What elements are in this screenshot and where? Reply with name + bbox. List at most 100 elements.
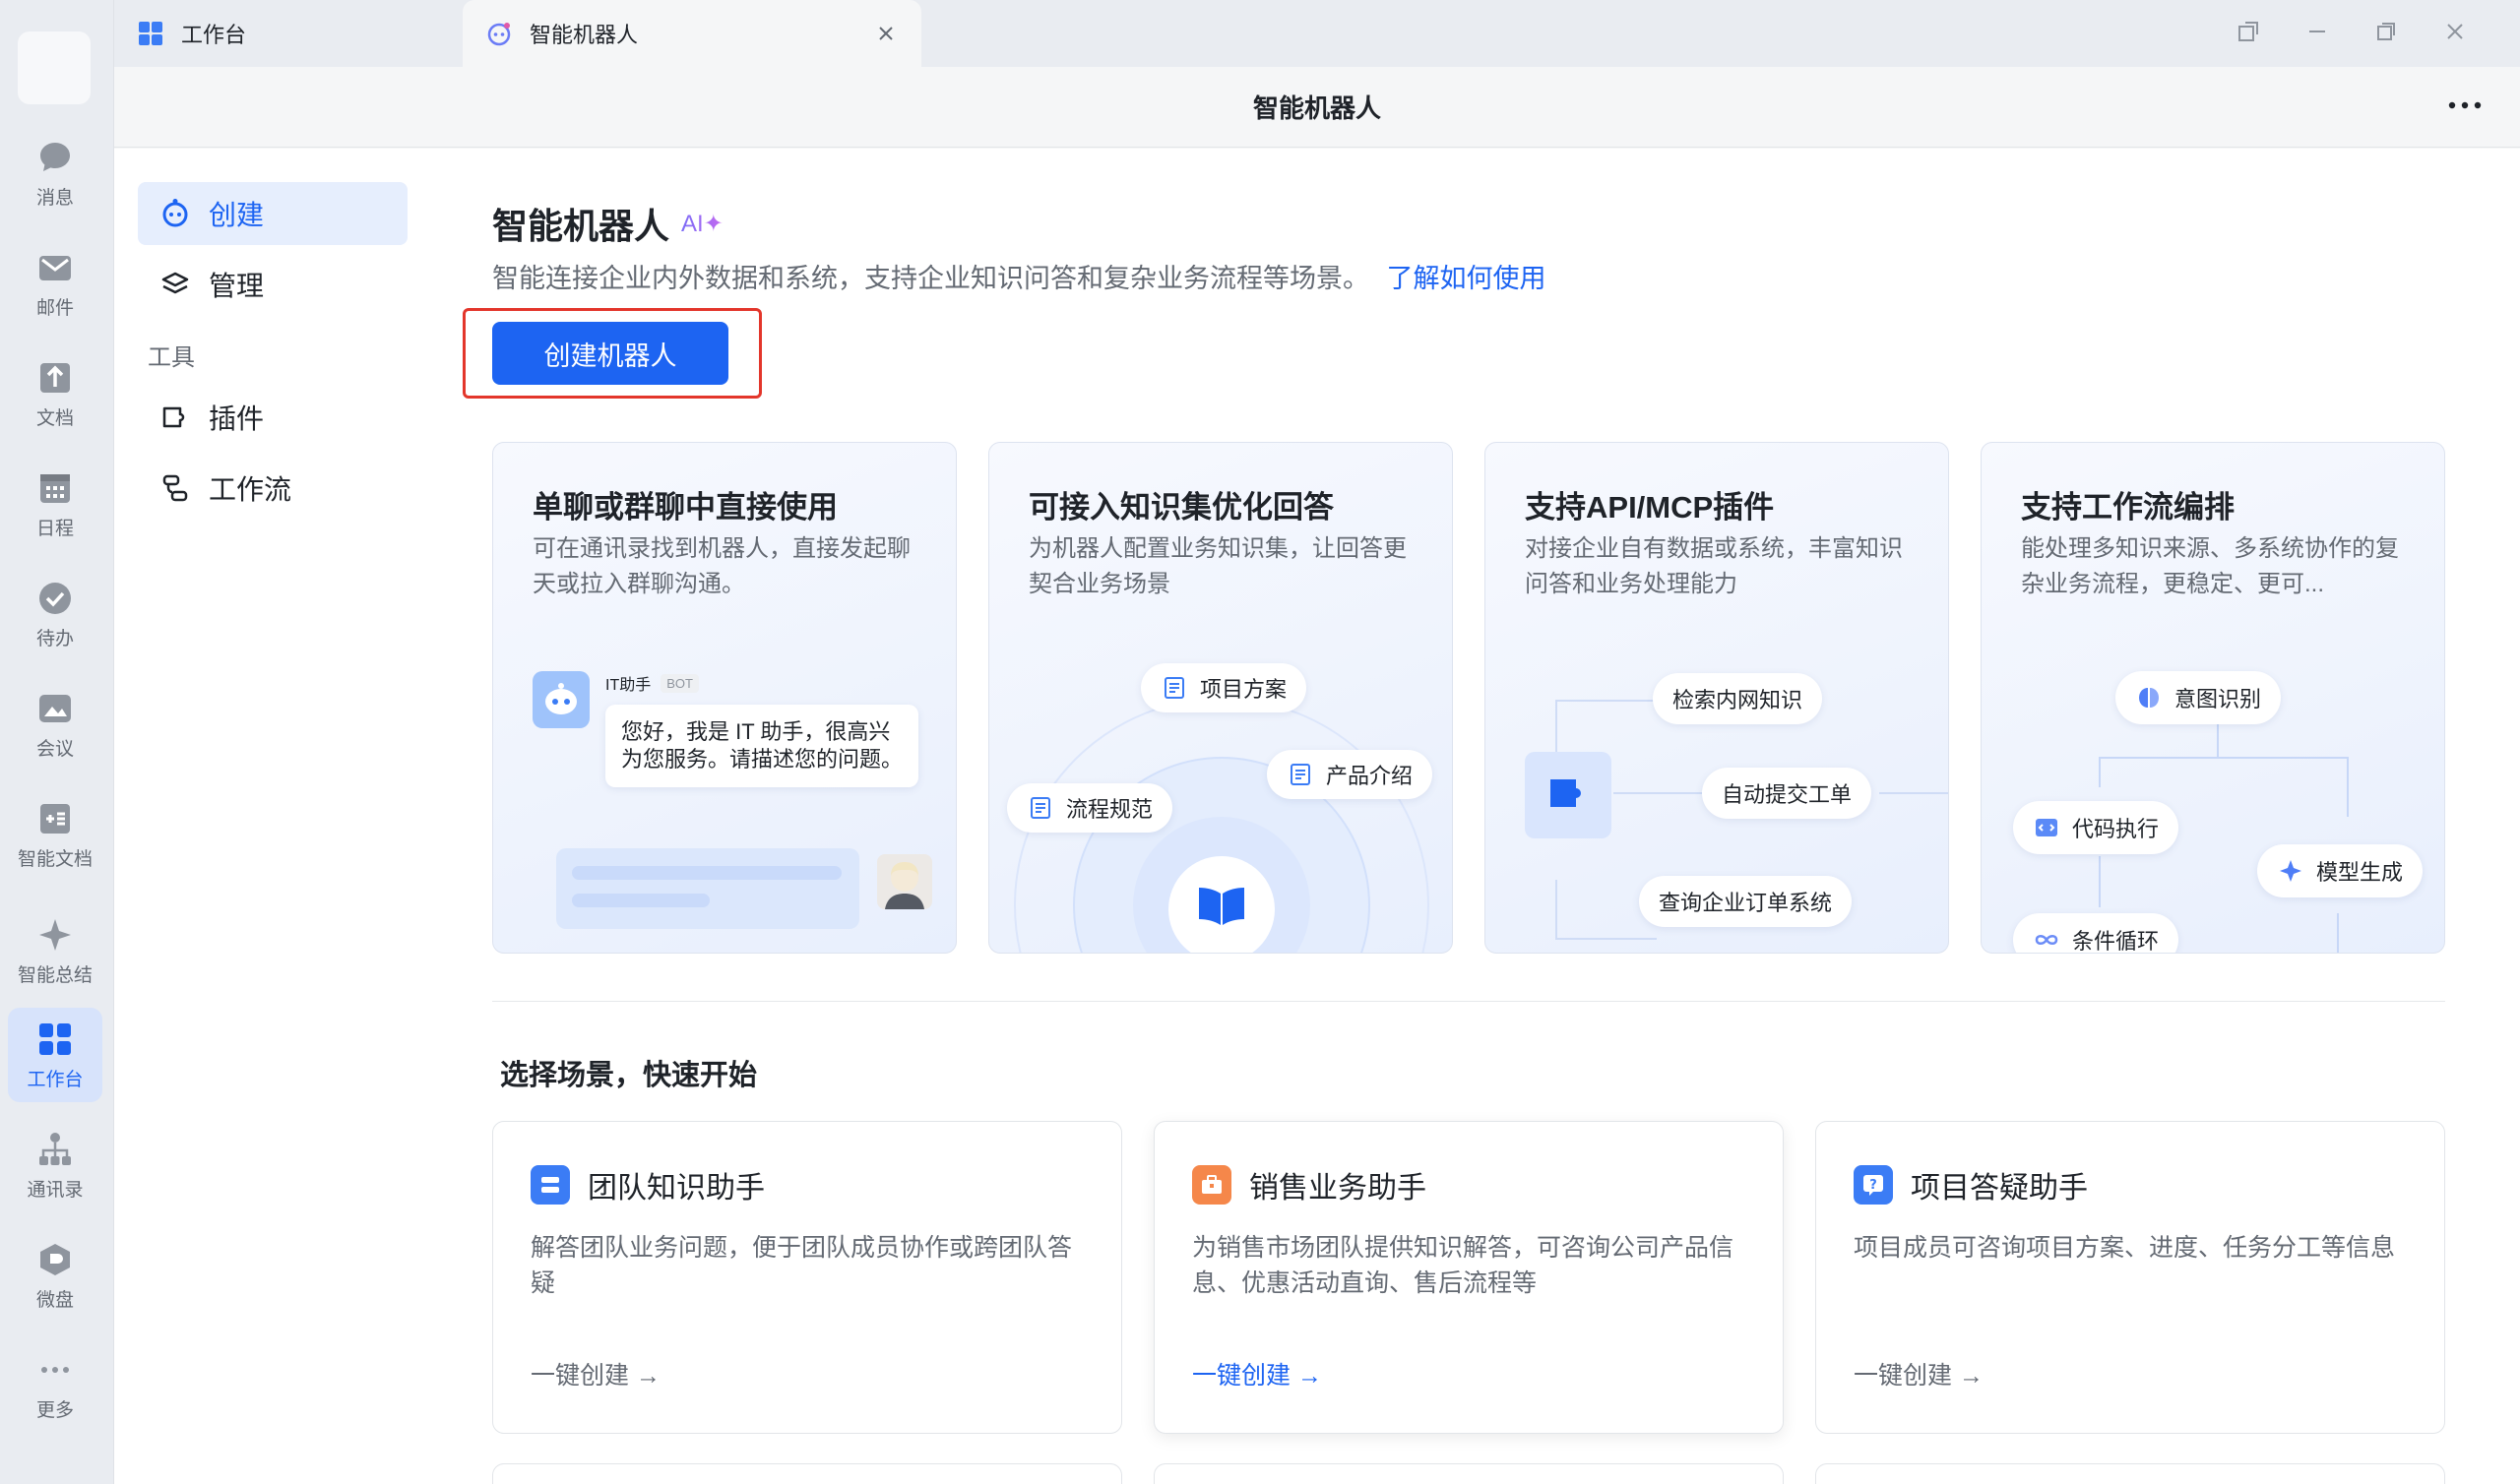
rail-label: 更多 bbox=[35, 1399, 74, 1421]
side-nav: 创建 管理 工具 插件 工作流 bbox=[138, 182, 408, 527]
rail-item-messages[interactable]: 消息 bbox=[8, 126, 102, 220]
knowledge-pill: 项目方案 bbox=[1141, 663, 1307, 712]
pill-label: 项目方案 bbox=[1200, 677, 1288, 702]
nav-item-workflow[interactable]: 工作流 bbox=[138, 457, 408, 520]
rail-label: 文档 bbox=[35, 407, 74, 429]
user-message-placeholder bbox=[556, 848, 859, 929]
more-options-icon[interactable] bbox=[2445, 91, 2485, 120]
question-icon: ? bbox=[1854, 1165, 1893, 1205]
description-text: 智能连接企业内外数据和系统，支持企业知识问答和复杂业务流程等场景。 bbox=[492, 264, 1369, 293]
nav-label: 插件 bbox=[209, 403, 265, 434]
learn-how-link[interactable]: 了解如何使用 bbox=[1387, 264, 1546, 293]
nav-item-plugins[interactable]: 插件 bbox=[138, 386, 408, 449]
grid-icon bbox=[35, 1020, 75, 1059]
tab-smart-robot[interactable]: 智能机器人 bbox=[463, 0, 921, 67]
chat-bubble-icon bbox=[35, 138, 75, 177]
feature-card-workflow: 支持工作流编排 能处理多知识来源、多系统协作的复杂业务流程，更稳定、更可... … bbox=[1981, 442, 2445, 954]
nav-label: 创建 bbox=[209, 200, 265, 230]
rail-label: 待办 bbox=[35, 628, 74, 649]
scene-card-team-knowledge[interactable]: 团队知识助手 解答团队业务问题，便于团队成员协作或跨团队答疑 一键创建 → bbox=[492, 1121, 1122, 1434]
window-close-icon[interactable] bbox=[2433, 10, 2477, 53]
user-avatar bbox=[877, 854, 932, 909]
scenes-title: 选择场景，快速开始 bbox=[500, 1060, 758, 1091]
rail-item-workbench[interactable]: 工作台 bbox=[8, 1008, 102, 1102]
rail-item-docs[interactable]: 文档 bbox=[8, 346, 102, 441]
scene-desc: 解答团队业务问题，便于团队成员协作或跨团队答疑 bbox=[531, 1234, 1073, 1297]
workflow-icon bbox=[158, 470, 193, 506]
sparkle-icon bbox=[35, 915, 75, 955]
pill-label: 意图识别 bbox=[2174, 687, 2262, 711]
grid-icon bbox=[136, 19, 165, 48]
rail-item-drive[interactable]: 微盘 bbox=[8, 1228, 102, 1323]
scene-card-project-qa[interactable]: ? 项目答疑助手 项目成员可咨询项目方案、进度、任务分工等信息 一键创建 → bbox=[1815, 1121, 2445, 1434]
plugin-pill: 查询企业订单系统 bbox=[1639, 876, 1853, 927]
rail-label: 微盘 bbox=[35, 1289, 74, 1311]
layers-icon bbox=[158, 267, 193, 302]
pill-label: 条件循环 bbox=[2072, 929, 2160, 954]
workflow-pill: 代码执行 bbox=[2013, 801, 2179, 854]
workflow-pill: 模型生成 bbox=[2257, 844, 2424, 897]
rail-item-more[interactable]: 更多 bbox=[8, 1338, 102, 1433]
restore-icon[interactable] bbox=[2364, 10, 2408, 53]
scene-card-sales[interactable]: 销售业务助手 为销售市场团队提供知识解答，可咨询公司产品信息、优惠活动直询、售后… bbox=[1154, 1121, 1784, 1434]
rail-item-smart-summary[interactable]: 智能总结 bbox=[8, 903, 102, 998]
main-description: 智能连接企业内外数据和系统，支持企业知识问答和复杂业务流程等场景。 了解如何使用 bbox=[492, 257, 1546, 295]
plugin-block bbox=[1525, 752, 1611, 838]
rail-label: 智能文档 bbox=[17, 848, 93, 870]
check-circle-icon bbox=[35, 579, 75, 618]
team-knowledge-icon bbox=[531, 1165, 570, 1205]
bot-avatar bbox=[533, 671, 590, 728]
feature-card-chat: 单聊或群聊中直接使用 可在通讯录找到机器人，直接发起聊天或拉入群聊沟通。 IT助… bbox=[492, 442, 957, 954]
scene-header: 团队知识助手 bbox=[531, 1163, 765, 1206]
scene-title: 团队知识助手 bbox=[588, 1172, 765, 1205]
book-badge bbox=[1168, 856, 1275, 953]
main-panel: 智能机器人 AI✦ 智能连接企业内外数据和系统，支持企业知识问答和复杂业务流程等… bbox=[463, 149, 2461, 1484]
brain-icon bbox=[2135, 684, 2163, 711]
knowledge-pill: 流程规范 bbox=[1007, 783, 1173, 833]
feature-card-plugins: 支持API/MCP插件 对接企业自有数据或系统，丰富知识问答和业务处理能力 检索… bbox=[1484, 442, 1949, 954]
calendar-icon bbox=[35, 468, 75, 508]
rail-item-calendar[interactable]: 日程 bbox=[8, 457, 102, 551]
rail-item-mail[interactable]: 邮件 bbox=[8, 236, 102, 331]
nav-item-create[interactable]: 创建 bbox=[138, 182, 408, 245]
rail-label: 邮件 bbox=[35, 297, 74, 319]
loop-icon bbox=[2033, 926, 2060, 953]
doc-icon bbox=[1027, 794, 1054, 822]
robot-icon bbox=[158, 196, 193, 231]
feature-title: 单聊或群聊中直接使用 bbox=[533, 490, 838, 525]
minimize-icon[interactable] bbox=[2296, 10, 2339, 53]
workflow-pill: 意图识别 bbox=[2115, 671, 2282, 724]
feature-desc: 可在通讯录找到机器人，直接发起聊天或拉入群聊沟通。 bbox=[533, 535, 911, 597]
nav-item-manage[interactable]: 管理 bbox=[138, 253, 408, 316]
rail-label: 工作台 bbox=[27, 1069, 84, 1090]
document-icon bbox=[35, 358, 75, 398]
one-click-create-link[interactable]: 一键创建 → bbox=[531, 1356, 661, 1391]
svg-text:?: ? bbox=[1869, 1178, 1877, 1193]
create-robot-button[interactable]: 创建机器人 bbox=[492, 322, 728, 385]
app-rail: 消息 邮件 文档 日程 待办 会议 智能文档 智能总结 工作台 通讯录 微盘 更… bbox=[0, 0, 114, 1484]
nav-group-tools: 工具 bbox=[148, 344, 195, 371]
user-avatar[interactable] bbox=[18, 31, 91, 104]
feature-card-knowledge: 可接入知识集优化回答 为机器人配置业务知识集，让回答更契合业务场景 项目方案 产… bbox=[988, 442, 1453, 954]
nav-label: 工作流 bbox=[209, 474, 292, 505]
briefcase-icon bbox=[1192, 1165, 1231, 1205]
rail-item-smart-doc[interactable]: 智能文档 bbox=[8, 787, 102, 882]
tab-label: 智能机器人 bbox=[530, 23, 639, 47]
tab-workbench[interactable]: 工作台 bbox=[114, 0, 459, 67]
scene-title: 项目答疑助手 bbox=[1911, 1172, 2088, 1205]
pop-out-icon[interactable] bbox=[2227, 10, 2270, 53]
scene-title: 销售业务助手 bbox=[1249, 1172, 1426, 1205]
rail-item-todo[interactable]: 待办 bbox=[8, 567, 102, 661]
close-icon[interactable] bbox=[872, 20, 900, 47]
bot-message-bubble: 您好，我是 IT 助手，很高兴为您服务。请描述您的问题。 bbox=[605, 705, 918, 787]
rail-item-meeting[interactable]: 会议 bbox=[8, 677, 102, 772]
sparkle-icon bbox=[2277, 857, 2304, 885]
knowledge-pill: 产品介绍 bbox=[1267, 750, 1433, 799]
page-header: 智能机器人 bbox=[114, 67, 2520, 148]
one-click-create-link[interactable]: 一键创建 → bbox=[1192, 1356, 1322, 1391]
book-icon bbox=[1195, 884, 1248, 932]
one-click-create-link[interactable]: 一键创建 → bbox=[1854, 1356, 1984, 1391]
page-title: 智能机器人 bbox=[1252, 93, 1381, 123]
plugin-icon bbox=[158, 400, 193, 435]
rail-item-contacts[interactable]: 通讯录 bbox=[8, 1118, 102, 1212]
